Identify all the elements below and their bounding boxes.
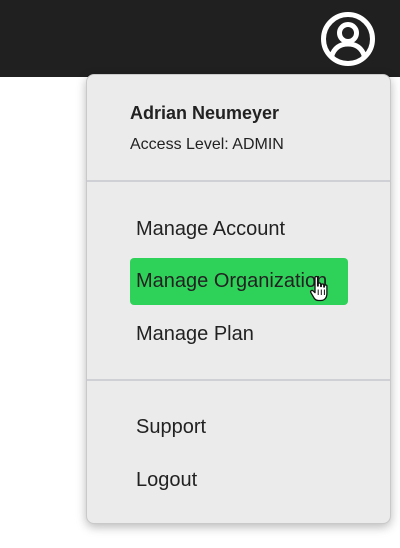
menu-divider: [87, 379, 390, 381]
menu-item-logout[interactable]: Logout: [130, 457, 203, 504]
account-dropdown-menu: Adrian Neumeyer Access Level: ADMIN Mana…: [86, 74, 391, 524]
top-bar: [0, 0, 400, 77]
user-name: Adrian Neumeyer: [130, 103, 280, 123]
menu-item-manage-account[interactable]: Manage Account: [130, 206, 291, 253]
account-menu-button[interactable]: [320, 11, 376, 67]
user-circle-icon: [321, 12, 375, 66]
menu-item-support[interactable]: Support: [130, 404, 212, 451]
hand-pointer-icon: [309, 275, 328, 302]
menu-item-manage-plan[interactable]: Manage Plan: [130, 311, 260, 358]
menu-divider: [87, 180, 390, 182]
access-level: Access Level: ADMIN: [130, 136, 284, 153]
